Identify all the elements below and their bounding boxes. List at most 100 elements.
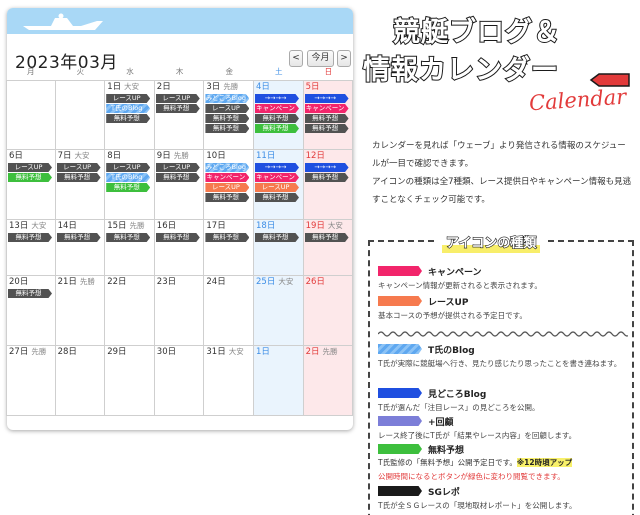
- event-tag-gray[interactable]: 無料予想: [155, 104, 200, 113]
- event-tag-gray[interactable]: レースUP: [155, 163, 200, 172]
- event-tag-camp[interactable]: キャンペーン: [205, 173, 250, 182]
- calendar-day-cell[interactable]: 2日 レースUP 無料予想: [154, 80, 205, 150]
- calendar-day-cell[interactable]: 31日 大安: [204, 346, 254, 416]
- calendar-day-cell[interactable]: 17日 無料予想: [204, 220, 254, 276]
- event-tag-midokoro[interactable]: →→→→: [304, 163, 349, 172]
- event-tag-gray[interactable]: 無料予想: [106, 233, 151, 242]
- calendar-day-cell[interactable]: 4日 →→→→ キャンペーン 無料予想 無料予想: [254, 80, 304, 150]
- event-tag-gray[interactable]: 無料予想: [8, 289, 52, 298]
- day-header: 24日: [204, 276, 253, 288]
- calendar-day-cell[interactable]: 22日: [105, 276, 155, 346]
- event-tag-gray[interactable]: 無料予想: [205, 124, 250, 133]
- event-tag-gray[interactable]: 無料予想: [106, 114, 151, 123]
- day-header: 20日: [7, 276, 55, 288]
- calendar-day-cell[interactable]: 1日: [254, 346, 304, 416]
- event-tag-gray[interactable]: 無料予想: [255, 233, 299, 242]
- prev-month-button[interactable]: <: [289, 50, 303, 67]
- event-tag-midokoro[interactable]: →→→→: [304, 94, 349, 103]
- event-tag-race[interactable]: レースUP: [205, 183, 250, 192]
- day-number: 8日: [107, 151, 122, 161]
- event-tag-gray[interactable]: 無料予想: [56, 233, 101, 242]
- weekday-label: 月: [27, 67, 35, 76]
- event-tag-gray[interactable]: レースUP: [56, 163, 101, 172]
- event-tag-gray[interactable]: 無料予想: [155, 173, 200, 182]
- event-tag-gray[interactable]: 無料予想: [255, 193, 299, 202]
- calendar-day-cell[interactable]: 7日 大安 レースUP 無料予想: [55, 150, 106, 220]
- event-tag-gray[interactable]: レースUP: [106, 94, 151, 103]
- day-number: 11日: [256, 151, 276, 161]
- event-tag-gray[interactable]: 無料予想: [205, 114, 250, 123]
- event-tag-gray[interactable]: レースUP: [8, 163, 52, 172]
- legend-title-wrap: アイコンの種類: [436, 232, 547, 255]
- event-tag-gray[interactable]: 無料予想: [255, 114, 299, 123]
- event-tag-green[interactable]: 無料予想: [255, 124, 299, 133]
- event-tag-gray[interactable]: レースUP: [205, 104, 250, 113]
- calendar-day-cell[interactable]: [55, 80, 106, 150]
- calendar-day-cell[interactable]: 16日 無料予想: [154, 220, 205, 276]
- event-tag-gray[interactable]: レースUP: [106, 163, 151, 172]
- rokuyo-label: 先勝: [223, 82, 239, 91]
- calendar-day-cell[interactable]: 27日 先勝: [6, 346, 56, 416]
- event-tag-gray[interactable]: 無料予想: [155, 233, 200, 242]
- event-tag-camp[interactable]: キャンペーン: [255, 173, 299, 182]
- calendar-day-cell[interactable]: 23日: [154, 276, 205, 346]
- event-tag-gray[interactable]: レースUP: [155, 94, 200, 103]
- calendar-day-cell[interactable]: 24日: [204, 276, 254, 346]
- day-number: 27日: [9, 347, 29, 357]
- calendar-day-cell[interactable]: 28日: [55, 346, 106, 416]
- calendar-day-cell[interactable]: 11日 →→→→ キャンペーン レースUP 無料予想: [254, 150, 304, 220]
- site-logo: 競艇ブログ＆ 情報カレンダー Calendar: [362, 10, 635, 122]
- calendar-day-cell[interactable]: 18日 無料予想: [254, 220, 304, 276]
- calendar-day-cell[interactable]: 20日 無料予想: [6, 276, 56, 346]
- legend-item-sg-report: SGレポ T氏が全ＳＧレースの「現地取材レポート」を公開します。: [378, 484, 630, 513]
- event-tag-blog[interactable]: みどころBlog: [205, 94, 250, 103]
- event-tag-camp[interactable]: キャンペーン: [255, 104, 299, 113]
- event-tag-gray[interactable]: 無料予想: [304, 124, 349, 133]
- event-tag-gray[interactable]: 無料予想: [8, 233, 52, 242]
- calendar-day-cell[interactable]: 26日: [303, 276, 354, 346]
- calendar-day-cell[interactable]: 12日 →→→→ 無料予想: [303, 150, 354, 220]
- event-tag-green[interactable]: 無料予想: [8, 173, 52, 182]
- calendar-day-cell[interactable]: 30日: [154, 346, 205, 416]
- calendar-day-cell[interactable]: 3日 先勝 みどころBlog レースUP 無料予想 無料予想: [204, 80, 254, 150]
- calendar-day-cell[interactable]: 10日 みどころBlog キャンペーン レースUP 無料予想: [204, 150, 254, 220]
- event-tag-gray[interactable]: 無料予想: [205, 193, 250, 202]
- calendar-day-cell[interactable]: 1日 大安 レースUP T氏のBlog 無料予想: [105, 80, 155, 150]
- event-tag-gray[interactable]: 無料予想: [205, 233, 250, 242]
- calendar-day-cell[interactable]: 6日 レースUP 無料予想: [6, 150, 56, 220]
- this-month-button[interactable]: 今月: [307, 50, 334, 67]
- calendar-day-cell[interactable]: 15日 先勝 無料予想: [105, 220, 155, 276]
- event-tag-race[interactable]: レースUP: [255, 183, 299, 192]
- event-tag-gray[interactable]: 無料予想: [304, 233, 349, 242]
- calendar-day-cell[interactable]: 25日 大安: [254, 276, 304, 346]
- calendar-day-cell[interactable]: 19日 大安 無料予想: [303, 220, 354, 276]
- rokuyo-label: 先勝: [31, 347, 47, 356]
- calendar-day-cell[interactable]: 21日 先勝: [55, 276, 106, 346]
- event-tag-camp[interactable]: キャンペーン: [304, 104, 349, 113]
- legend-note: 公開時間になるとボタンが緑色に変わり閲覧できます。: [378, 472, 565, 481]
- calendar-day-cell[interactable]: 29日: [105, 346, 155, 416]
- event-tag-gray[interactable]: 無料予想: [304, 173, 349, 182]
- campaign-swatch-icon: [378, 266, 422, 276]
- legend-name: +回顧: [428, 417, 454, 428]
- event-tag-midokoro[interactable]: →→→→: [255, 163, 299, 172]
- legend-item-campaign: キャンペーン キャンペーン情報が更新されると表示されます。: [378, 264, 630, 293]
- calendar-day-cell[interactable]: 5日 →→→→ キャンペーン 無料予想 無料予想: [303, 80, 354, 150]
- event-tag-gray[interactable]: 無料予想: [56, 173, 101, 182]
- event-tag-blog[interactable]: T氏のBlog: [106, 173, 151, 182]
- calendar-day-cell[interactable]: [6, 80, 56, 150]
- event-tag-green[interactable]: 無料予想: [106, 183, 151, 192]
- calendar-day-cell[interactable]: 14日 無料予想: [55, 220, 106, 276]
- calendar-day-cell[interactable]: 2日 先勝: [303, 346, 354, 416]
- race-up-swatch-icon: [378, 296, 422, 306]
- event-tag-blog[interactable]: みどころBlog: [205, 163, 250, 172]
- event-tag-blog[interactable]: T氏のBlog: [106, 104, 151, 113]
- calendar-day-cell[interactable]: 8日レースUP T氏のBlog 無料予想: [105, 150, 155, 220]
- event-tag-gray[interactable]: 無料予想: [304, 114, 349, 123]
- legend-item-midokoro-blog: 見どころBlog T氏が選んだ「注目レース」の見どころを公開。: [378, 386, 630, 415]
- calendar-day-cell[interactable]: 9日 先勝 レースUP 無料予想: [154, 150, 205, 220]
- calendar-day-cell[interactable]: 13日 大安 無料予想: [6, 220, 56, 276]
- next-month-button[interactable]: >: [337, 50, 351, 67]
- event-tag-midokoro[interactable]: →→→→: [255, 94, 299, 103]
- day-header: 27日 先勝: [7, 346, 55, 358]
